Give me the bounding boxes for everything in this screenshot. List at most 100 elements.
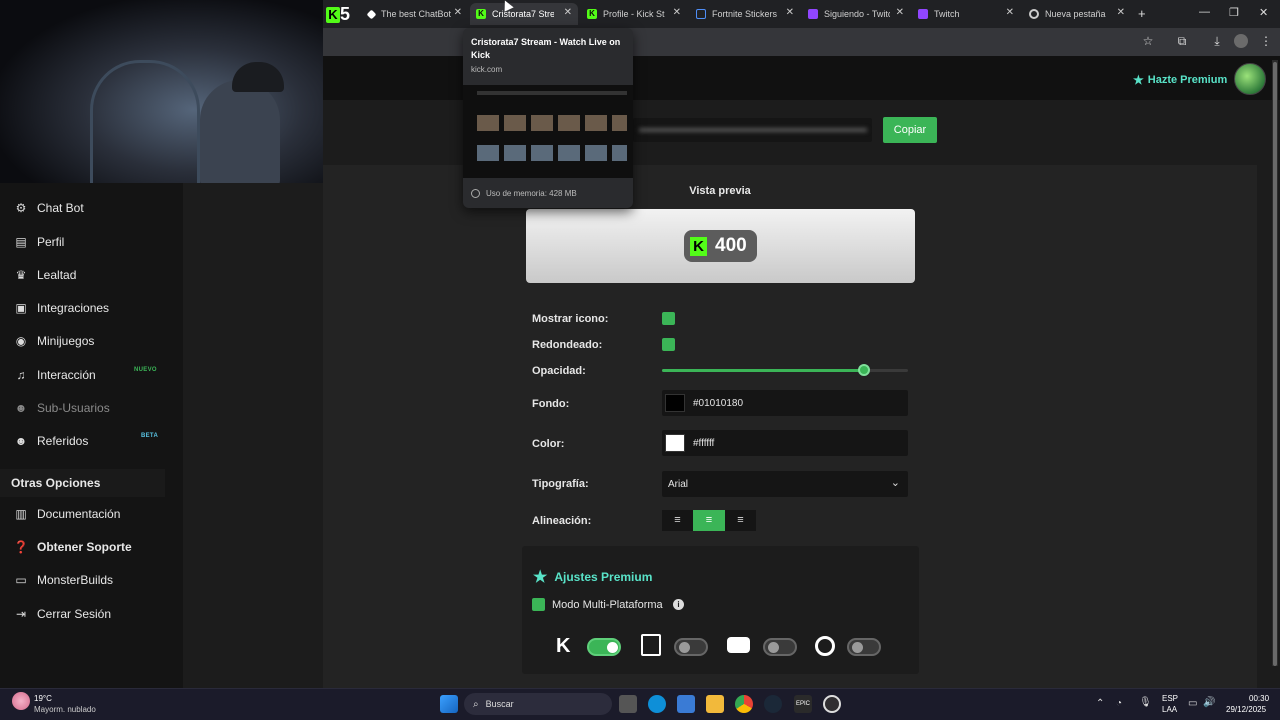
align-right-button[interactable]: ≡ (725, 510, 756, 531)
start-icon[interactable] (440, 695, 458, 713)
background-value: #01010180 (693, 397, 744, 409)
sidebar-item-referidos[interactable]: ☻ Referidos (0, 426, 165, 456)
tab-logo-k5[interactable]: K5 (326, 4, 360, 24)
font-select[interactable]: Arial ⌄ (662, 471, 908, 497)
tab-fortnite-stickers[interactable]: Fortnite Stickers ✕ (690, 3, 800, 25)
network-icon[interactable]: ◔ (1116, 698, 1122, 709)
info-icon[interactable]: i (673, 599, 684, 610)
steam-icon[interactable] (764, 695, 782, 713)
search-box[interactable]: ⌕ Buscar (464, 693, 612, 715)
hazte-premium-button[interactable]: ★ Hazte Premium (1133, 72, 1227, 88)
sidebar-item-lealtad[interactable]: ♛ Lealtad (0, 260, 165, 290)
sidebar-item-documentacion[interactable]: ▥ Documentación (0, 499, 165, 529)
close-icon[interactable]: ✕ (454, 7, 462, 18)
minimize-icon[interactable]: — (1199, 6, 1210, 18)
tab-nueva-pestana[interactable]: Nueva pestaña ✕ (1023, 3, 1131, 25)
memory-icon (471, 189, 480, 198)
background-color-field[interactable]: #01010180 (662, 390, 908, 416)
tab-twitch[interactable]: Twitch ✕ (912, 3, 1020, 25)
youtube-toggle[interactable] (763, 638, 797, 656)
tab-title: Fortnite Stickers (712, 9, 778, 19)
tab-profile-kick[interactable]: K Profile - Kick Stre ✕ (581, 3, 687, 25)
epic-games-icon[interactable]: EPIC (794, 695, 812, 713)
clock-time[interactable]: 00:30 (1249, 694, 1269, 703)
question-icon: ❓ (13, 540, 29, 554)
weather-icon[interactable] (12, 692, 30, 710)
overlay-url-input[interactable] (633, 118, 872, 142)
monitor-icon[interactable]: ▭ (1188, 698, 1197, 709)
obs-icon[interactable] (823, 695, 841, 713)
opacity-slider-handle[interactable] (857, 364, 870, 376)
close-icon[interactable]: ✕ (1117, 7, 1125, 18)
sidebar-item-minijuegos[interactable]: ◉ Minijuegos (0, 326, 165, 356)
weather-desc: Mayorm. nublado (34, 705, 96, 714)
opacity-slider-track[interactable] (662, 364, 908, 376)
color-label: Color: (532, 438, 565, 450)
download-icon[interactable]: ⤓ (1210, 34, 1224, 48)
sidebar-item-cerrar-sesion[interactable]: ⇥ Cerrar Sesión (0, 599, 165, 629)
star-icon[interactable]: ☆ (1141, 34, 1155, 48)
new-tab-icon[interactable]: + (1138, 6, 1146, 21)
show-icon-checkbox[interactable] (662, 312, 675, 325)
maximize-icon[interactable]: ❐ (1229, 6, 1239, 19)
sidebar-item-sub-usuarios[interactable]: ☻ Sub-Usuarios (0, 393, 165, 423)
document-icon (696, 9, 706, 19)
tab-preview-title: Cristorata7 Stream - Watch Live on Kick (471, 37, 621, 60)
extensions-icon[interactable]: ⧉ (1175, 34, 1189, 48)
sidebar-item-interaccion[interactable]: ♫ Interacción (0, 360, 165, 390)
edge-icon[interactable] (648, 695, 666, 713)
close-icon[interactable]: ✕ (896, 7, 904, 18)
sidebar-item-label: Obtener Soporte (37, 540, 132, 554)
mic-icon[interactable]: 🎙 (1139, 697, 1152, 708)
volume-icon[interactable]: 🔊 (1203, 697, 1215, 708)
kick-toggle[interactable] (587, 638, 621, 656)
lang-indicator[interactable]: ESP (1162, 694, 1178, 703)
copiar-button[interactable]: Copiar (883, 117, 937, 143)
close-icon[interactable]: ✕ (564, 7, 572, 18)
align-label: Alineación: (532, 515, 592, 527)
users-cog-icon: ☻ (14, 401, 28, 415)
align-center-button[interactable]: ≡ (693, 510, 725, 531)
sidebar-item-label: Sub-Usuarios (37, 401, 110, 415)
sidebar-item-obtener-soporte[interactable]: ❓ Obtener Soporte (0, 532, 165, 562)
sidebar-item-integraciones[interactable]: ▣ Integraciones (0, 293, 165, 323)
sidebar-item-monsterbuilds[interactable]: ▭ MonsterBuilds (0, 565, 165, 595)
tab-preview-thumbnail (463, 85, 633, 178)
menu-icon[interactable]: ⋮ (1259, 34, 1273, 48)
sidebar-item-perfil[interactable]: ▤ Perfil (0, 227, 165, 257)
task-view-icon[interactable] (619, 695, 637, 713)
avatar[interactable] (1234, 63, 1266, 95)
background-swatch[interactable] (665, 394, 685, 412)
tab-preview-memory: Uso de memoria: 428 MB (486, 189, 577, 198)
close-icon[interactable]: ✕ (673, 7, 681, 18)
tab-chatbot[interactable]: The best ChatBot ✕ (362, 3, 468, 25)
profile-icon[interactable] (1234, 34, 1248, 48)
tab-cristorata7-stream[interactable]: K Cristorata7 Stream ✕ (470, 3, 578, 25)
scrollbar-thumb[interactable] (1273, 62, 1277, 666)
trovo-toggle[interactable] (847, 638, 881, 656)
robot-icon: ⚙ (15, 201, 27, 215)
opacity-slider-fill (662, 369, 864, 372)
rounded-checkbox[interactable] (662, 338, 675, 351)
tab-siguiendo-twitch[interactable]: Siguiendo - Twitch ✕ (802, 3, 910, 25)
close-icon[interactable]: ✕ (786, 7, 794, 18)
close-window-icon[interactable]: ✕ (1259, 6, 1268, 19)
trovo-icon (815, 636, 835, 656)
text-color-field[interactable]: #ffffff (662, 430, 908, 456)
store-icon[interactable] (677, 695, 695, 713)
lang-sub: LAA (1162, 705, 1178, 714)
font-value: Arial (668, 478, 689, 490)
twitch-icon (641, 634, 661, 656)
multiplatform-checkbox[interactable] (532, 598, 545, 611)
color-swatch[interactable] (665, 434, 685, 452)
kick-icon: K (587, 9, 597, 19)
close-icon[interactable]: ✕ (1006, 7, 1014, 18)
rounded-label: Redondeado: (532, 339, 603, 351)
sidebar-item-chat-bot[interactable]: ⚙ Chat Bot (0, 193, 165, 223)
chrome-icon[interactable] (735, 695, 753, 713)
align-left-icon: ≡ (674, 514, 681, 526)
tray-chevron-icon[interactable]: ⌃ (1096, 698, 1104, 709)
align-left-button[interactable]: ≡ (662, 510, 693, 531)
file-explorer-icon[interactable] (706, 695, 724, 713)
twitch-toggle[interactable] (674, 638, 708, 656)
